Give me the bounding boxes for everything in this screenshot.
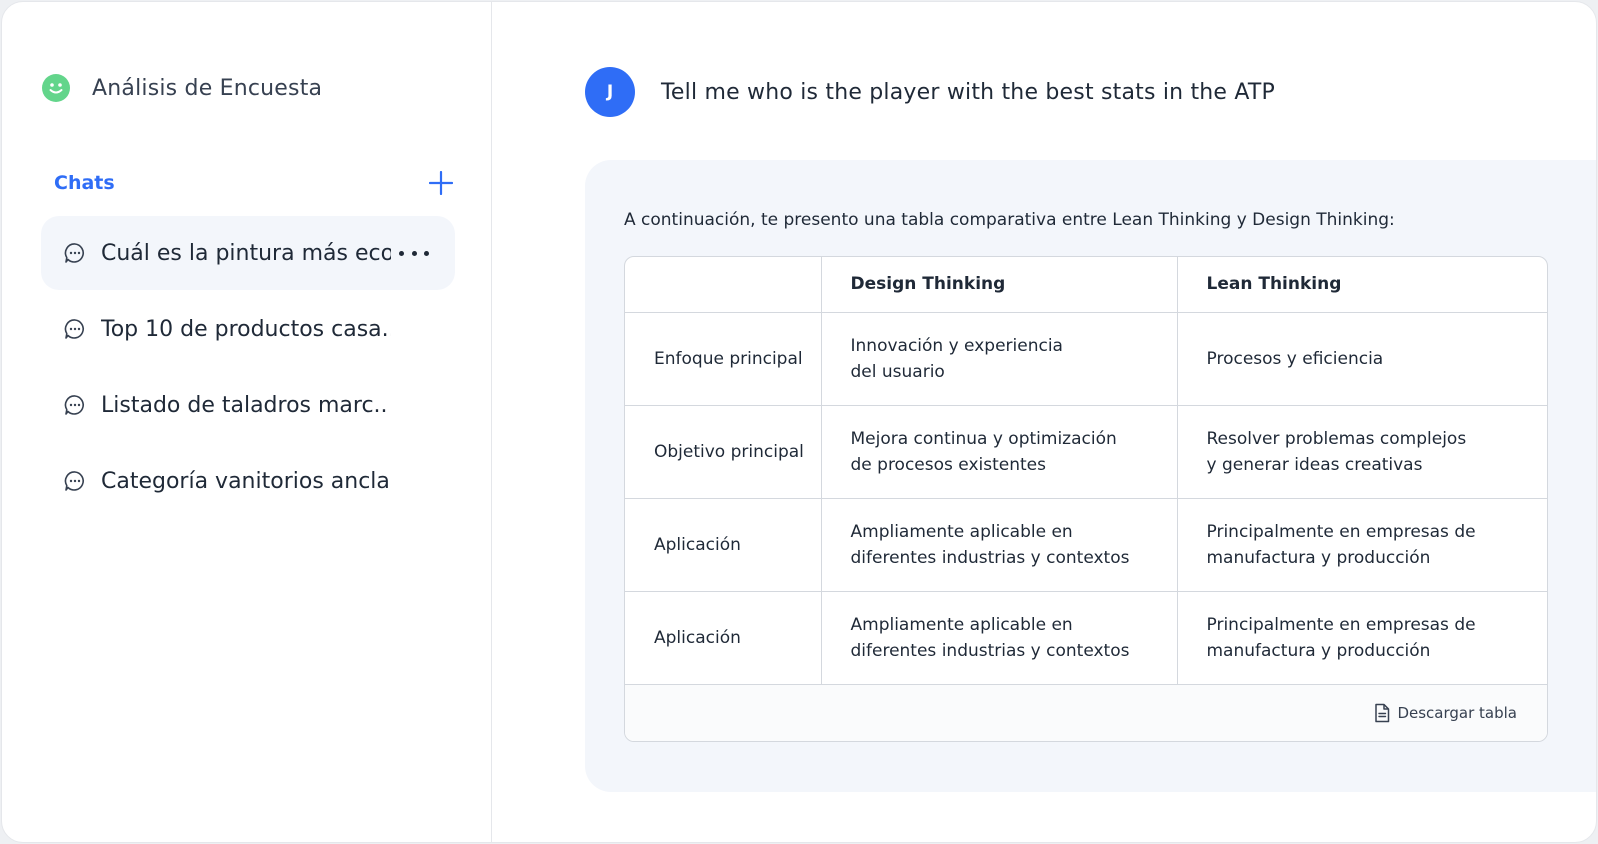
app-title: Análisis de Encuesta <box>92 75 323 101</box>
row-label-cell: Enfoque principal <box>625 312 822 406</box>
table-header <box>625 257 822 313</box>
chat-bubble-icon <box>64 471 84 491</box>
chat-item-label: Top 10 de productos casa.. <box>101 316 391 342</box>
document-icon <box>1375 703 1390 723</box>
sidebar: Análisis de Encuesta Chats Cuál es la pi… <box>2 2 492 842</box>
table-cell: Principalmente en empresas de manufactura… <box>1177 591 1547 685</box>
more-options-button[interactable] <box>399 240 429 266</box>
chat-item-label: Listado de taladros marc.. <box>101 392 388 418</box>
row-label-cell: Aplicación <box>625 591 822 685</box>
user-message-row: J Tell me who is the player with the bes… <box>585 67 1275 117</box>
table-row: Objetivo principal Mejora continua y opti… <box>625 405 1547 499</box>
chat-bubble-icon <box>64 319 84 339</box>
comparison-table: Design Thinking Lean Thinking Enfoque pr… <box>624 256 1548 742</box>
table-cell: Mejora continua y optimización de proceso… <box>821 405 1178 499</box>
avatar: J <box>585 67 635 117</box>
table-row: Enfoque principal Innovación y experienci… <box>625 312 1547 406</box>
new-chat-button[interactable] <box>426 168 456 198</box>
chat-item[interactable]: Top 10 de productos casa.. <box>41 292 455 366</box>
chat-bubble-icon <box>64 243 84 263</box>
row-label-cell: Objetivo principal <box>625 405 822 499</box>
user-message: Tell me who is the player with the best … <box>661 79 1276 105</box>
dot-icon <box>411 250 417 256</box>
table-header: Design Thinking <box>821 257 1178 313</box>
chat-item[interactable]: Listado de taladros marc.. <box>41 368 455 442</box>
response-intro: A continuación, te presento una tabla co… <box>624 210 1395 230</box>
table-row: Aplicación Ampliamente aplicable en difere… <box>625 498 1547 592</box>
row-label-cell: Aplicación <box>625 498 822 592</box>
table-cell: Resolver problemas complejos y generar id… <box>1177 405 1547 499</box>
chat-item[interactable]: Categoría vanitorios ancla. <box>41 444 455 518</box>
app-window: Análisis de Encuesta Chats Cuál es la pi… <box>1 1 1597 843</box>
table-row: Aplicación Ampliamente aplicable en difere… <box>625 591 1547 685</box>
table-cell: Ampliamente aplicable en diferentes indus… <box>821 591 1178 685</box>
assistant-response: A continuación, te presento una tabla co… <box>585 160 1596 792</box>
chat-item-label: Categoría vanitorios ancla. <box>101 468 391 494</box>
table-cell: Ampliamente aplicable en diferentes indus… <box>821 498 1178 592</box>
download-table-button[interactable]: Descargar tabla <box>1373 703 1517 723</box>
table-header: Lean Thinking <box>1177 257 1547 313</box>
table-header-row: Design Thinking Lean Thinking <box>625 257 1547 313</box>
chat-list: Cuál es la pintura más eco Top 10 de pro… <box>41 216 455 520</box>
smiley-icon <box>42 74 70 102</box>
chat-item-label: Cuál es la pintura más eco <box>101 240 391 266</box>
table-cell: Procesos y eficiencia <box>1177 312 1547 406</box>
chat-bubble-icon <box>64 395 84 415</box>
chats-header: Chats <box>54 168 454 198</box>
download-table-label: Descargar tabla <box>1397 704 1517 722</box>
chats-section-label: Chats <box>54 172 115 194</box>
plus-icon <box>429 171 453 195</box>
table-cell: Principalmente en empresas de manufactura… <box>1177 498 1547 592</box>
dot-icon <box>424 250 429 256</box>
chat-item[interactable]: Cuál es la pintura más eco <box>41 216 455 290</box>
app-header: Análisis de Encuesta <box>42 74 322 102</box>
table-cell: Innovación y experiencia del usuario <box>821 312 1178 406</box>
conversation-panel: J Tell me who is the player with the bes… <box>492 2 1596 842</box>
dot-icon <box>399 250 404 256</box>
table-footer: Descargar tabla <box>625 685 1547 741</box>
